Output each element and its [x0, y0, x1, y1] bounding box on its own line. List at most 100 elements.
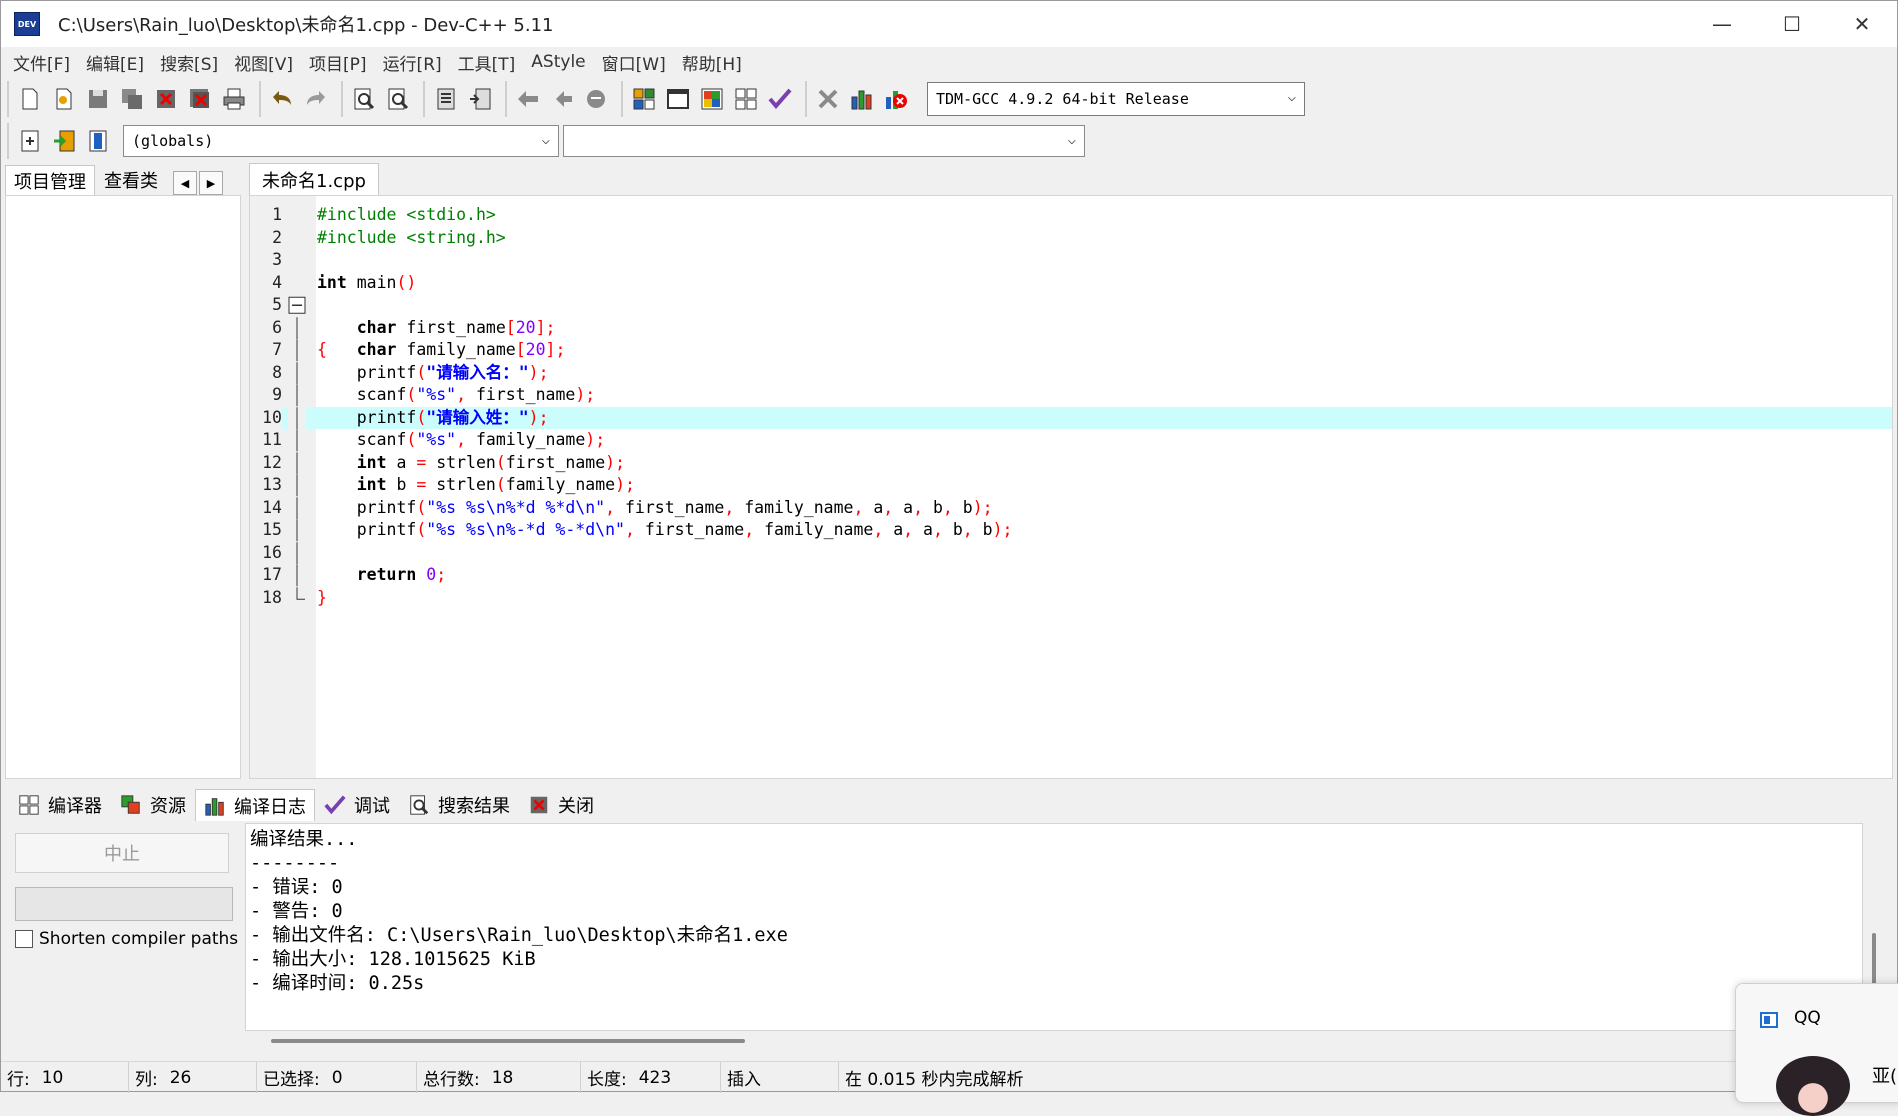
shorten-paths-option[interactable]: Shorten compiler paths [15, 929, 238, 949]
find-button[interactable] [347, 83, 381, 115]
menu-project[interactable]: 项目[P] [301, 50, 375, 75]
next-bookmark-button[interactable] [545, 83, 579, 115]
maximize-button[interactable]: ☐ [1757, 1, 1827, 47]
qq-notification[interactable]: QQ 亚( [1735, 983, 1898, 1116]
code-token: , [873, 520, 884, 539]
tab-scroll-left-button[interactable]: ◀ [173, 171, 197, 195]
menu-run[interactable]: 运行[R] [375, 50, 450, 75]
compiler-select[interactable]: TDM-GCC 4.9.2 64-bit Release ⌵ [927, 82, 1305, 116]
code-token: ); [585, 430, 606, 449]
tab-class-browser[interactable]: 查看类 [95, 165, 167, 195]
code-token: first_name [634, 520, 745, 539]
scope-select[interactable]: (globals) ⌵ [123, 125, 559, 157]
line-number: 2 [272, 227, 282, 247]
code-area[interactable]: 1 #include <stdio.h> 2 #include <string.h>… [250, 204, 1892, 609]
code-token: ]; [535, 317, 556, 337]
tab-close[interactable]: 关闭 [519, 789, 603, 821]
minimize-button[interactable]: — [1687, 1, 1757, 47]
tab-debug[interactable]: 调试 [315, 789, 399, 821]
code-token: "%s %s\n%*d %*d\n" [426, 497, 606, 517]
fullscreen-button[interactable] [661, 83, 695, 115]
menu-bar: 文件[F] 编辑[E] 搜索[S] 视图[V] 项目[P] 运行[R] 工具[T… [1, 47, 1897, 77]
save-button[interactable] [81, 83, 115, 115]
goto-button[interactable] [47, 125, 81, 157]
tab-compiler[interactable]: 编译器 [9, 789, 111, 821]
menu-view[interactable]: 视图[V] [226, 50, 301, 75]
print-button[interactable] [217, 83, 251, 115]
log-horizontal-scrollbar[interactable] [245, 1031, 1863, 1051]
code-token: printf [356, 362, 417, 382]
line-number: 5 [272, 295, 282, 314]
code-token: = [416, 475, 427, 494]
close-file-button[interactable] [149, 83, 183, 115]
close-all-button[interactable] [183, 83, 217, 115]
menu-search[interactable]: 搜索[S] [152, 50, 226, 75]
editor-tab-file[interactable]: 未命名1.cpp [249, 163, 379, 195]
insert-button[interactable] [13, 125, 47, 157]
compile-run-grid-button[interactable] [729, 83, 763, 115]
line-number: 11 [262, 430, 282, 449]
shorten-paths-checkbox[interactable] [15, 930, 33, 948]
member-select[interactable]: ⌵ [563, 125, 1085, 157]
close-button[interactable]: ✕ [1827, 1, 1897, 47]
new-file-button[interactable] [13, 83, 47, 115]
x-icon [818, 89, 838, 109]
tab-compile-log[interactable]: 编译日志 [195, 789, 315, 821]
compiler-select-value: TDM-GCC 4.9.2 64-bit Release [936, 90, 1189, 108]
scrollbar-thumb[interactable] [271, 1039, 745, 1043]
checkmark-icon [768, 88, 792, 110]
code-line: 18} [250, 586, 1892, 610]
menu-help[interactable]: 帮助[H] [674, 50, 750, 75]
toggle-header-button[interactable] [81, 125, 115, 157]
code-line: 1 #include <stdio.h> [250, 204, 1892, 227]
replace-button[interactable] [381, 83, 415, 115]
code-token: ( [416, 362, 427, 382]
new-project-button[interactable] [627, 83, 661, 115]
profile-button[interactable] [845, 83, 879, 115]
status-selected-value: 0 [331, 1067, 343, 1088]
log-line: - 警告: 0 [250, 901, 343, 922]
tab-resources[interactable]: 资源 [111, 789, 195, 821]
undo-button[interactable] [265, 83, 299, 115]
tab-project-manager[interactable]: 项目管理 [5, 165, 95, 195]
code-editor[interactable]: 1 #include <stdio.h> 2 #include <string.h>… [249, 195, 1893, 779]
syntax-check-button[interactable] [763, 83, 797, 115]
code-token: b [923, 497, 943, 517]
log-line: -------- [250, 853, 340, 874]
unindent-button[interactable] [463, 83, 497, 115]
code-token: a [863, 497, 884, 517]
toggle-bookmark-button[interactable] [579, 83, 613, 115]
code-line: 14 printf("%s %s\n%*d %*d\n", first_name… [250, 496, 1892, 520]
menu-astyle[interactable]: AStyle [523, 52, 593, 72]
save-all-button[interactable] [115, 83, 149, 115]
fold-line-icon [296, 451, 298, 474]
fold-line-icon [296, 429, 298, 452]
project-options-button[interactable] [695, 83, 729, 115]
compile-log[interactable]: 编译结果... -------- - 错误: 0 - 警告: 0 - 输出文件名… [245, 823, 1863, 1031]
menu-edit[interactable]: 编辑[E] [78, 50, 152, 75]
build-toolbar-group [805, 81, 917, 117]
status-row-label: 行: [7, 1070, 30, 1090]
open-file-icon [56, 88, 72, 110]
redo-button[interactable] [299, 83, 333, 115]
scrollbar-thumb[interactable] [1872, 933, 1876, 987]
abort-compilation-button[interactable]: 中止 [15, 833, 229, 873]
status-col-value: 26 [169, 1067, 192, 1088]
code-token: char [356, 317, 397, 337]
tab-search-results[interactable]: 搜索结果 [399, 789, 519, 821]
indent-button[interactable] [429, 83, 463, 115]
open-file-button[interactable] [47, 83, 81, 115]
project-tree[interactable] [5, 195, 241, 779]
tab-scroll-right-button[interactable]: ▶ [199, 171, 223, 195]
menu-file[interactable]: 文件[F] [5, 50, 78, 75]
delete-profile-button[interactable] [879, 83, 913, 115]
code-token: , [853, 497, 864, 517]
stop-execution-button[interactable] [811, 83, 845, 115]
fold-collapse-icon[interactable] [288, 294, 306, 317]
menu-tools[interactable]: 工具[T] [450, 50, 524, 75]
prev-bookmark-button[interactable] [511, 83, 545, 115]
tab-label: 编译日志 [234, 796, 306, 818]
menu-window[interactable]: 窗口[W] [594, 50, 674, 75]
code-line: 6 char first_name[20]; [250, 316, 1892, 340]
code-token: ); [972, 497, 993, 517]
